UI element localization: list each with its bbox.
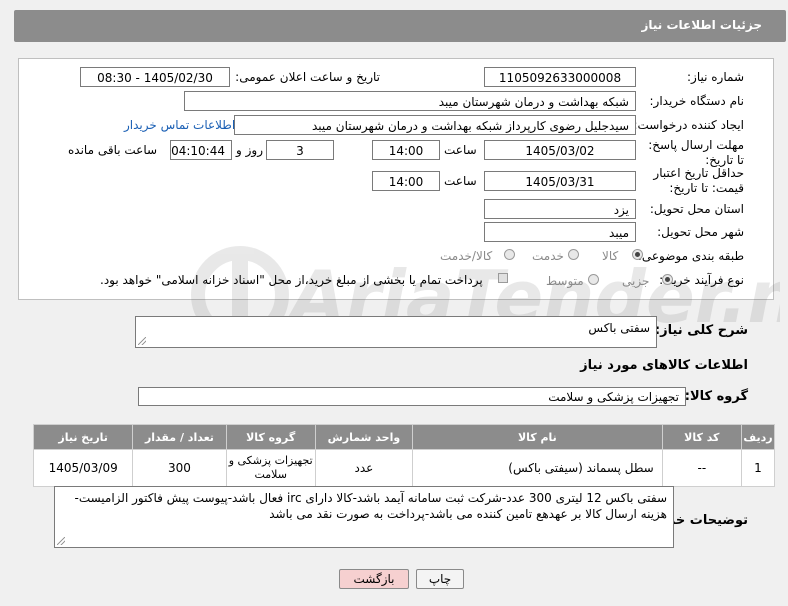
category-both-label: کالا/خدمت <box>440 249 493 263</box>
col-group: گروه کالا <box>225 424 316 450</box>
treasury-payment-checkbox[interactable] <box>498 273 508 283</box>
validity-date-field: 1405/03/31 <box>484 171 636 191</box>
goods-group-field: تجهیزات پزشکی و سلامت <box>138 387 686 406</box>
resize-grip-icon[interactable] <box>138 337 146 345</box>
cell-group: تجهیزات پزشکی و سلامت <box>225 449 316 487</box>
col-name: نام کالا <box>412 424 663 450</box>
category-goods-label: کالا <box>602 249 619 263</box>
process-small-radio[interactable] <box>662 274 673 285</box>
cell-unit: عدد <box>314 449 414 487</box>
days-field: 3 <box>266 140 334 160</box>
validity-time-field: 14:00 <box>372 171 440 191</box>
cell-code: -- <box>661 449 742 487</box>
cell-name: سطل پسماند (سیفتی باکس) <box>412 449 663 487</box>
announce-label: تاریخ و ساعت اعلان عمومی: <box>235 70 380 84</box>
resize-grip-icon[interactable] <box>57 537 65 545</box>
deadline-time-field: 14:00 <box>372 140 440 160</box>
col-date: تاریخ نیاز <box>32 424 134 450</box>
contact-info-link[interactable]: اطلاعات تماس خریدار <box>124 118 235 132</box>
remaining-time-field: 04:10:44 <box>170 140 232 160</box>
category-service-label: خدمت <box>532 249 564 263</box>
buyer-field: شبکه بهداشت و درمان شهرستان میبد <box>184 91 636 111</box>
buyer-notes-field[interactable]: سفتی باکس 12 لیتری 300 عدد-شرکت ثبت ساما… <box>54 486 674 548</box>
process-small-label: جزیی <box>622 274 650 288</box>
province-label: استان محل تحویل: <box>649 202 744 216</box>
col-unit: واحد شمارش <box>314 424 414 450</box>
validity-time-label: ساعت <box>444 174 477 188</box>
treasury-payment-note: پرداخت تمام یا بخشی از مبلغ خرید،از محل … <box>100 273 483 287</box>
col-qty: تعداد / مقدار <box>132 424 227 450</box>
province-field: یزد <box>484 199 636 219</box>
validity-label: حداقل تاریخ اعتبار قیمت: تا تاریخ: <box>653 166 744 195</box>
back-button[interactable]: بازگشت <box>339 569 409 589</box>
print-button[interactable]: چاپ <box>416 569 464 589</box>
col-code: کد کالا <box>661 424 742 450</box>
deadline-date-field: 1405/03/02 <box>484 140 636 160</box>
page-header: جزئیات اطلاعات نیاز <box>14 10 786 42</box>
table-header-row: ردیف کد کالا نام کالا واحد شمارش گروه کا… <box>32 424 776 450</box>
cell-date: 1405/03/09 <box>32 449 134 487</box>
goods-group-label: گروه کالا: <box>684 389 748 404</box>
process-medium-label: متوسط <box>546 274 584 288</box>
days-label: روز و <box>236 143 263 157</box>
city-label: شهر محل تحویل: <box>657 225 744 239</box>
city-field: میبد <box>484 222 636 242</box>
page-title: جزئیات اطلاعات نیاز <box>641 18 762 32</box>
announce-field: 1405/02/30 - 08:30 <box>80 67 230 87</box>
buyer-notes-text: سفتی باکس 12 لیتری 300 عدد-شرکت ثبت ساما… <box>74 491 667 521</box>
summary-field[interactable]: سفتی باکس <box>135 316 657 348</box>
goods-table: ردیف کد کالا نام کالا واحد شمارش گروه کا… <box>32 424 776 487</box>
cell-row: 1 <box>740 449 776 487</box>
remaining-label: ساعت باقی مانده <box>68 143 158 157</box>
table-row: 1 -- سطل پسماند (سیفتی باکس) عدد تجهیزات… <box>32 449 776 487</box>
deadline-time-label: ساعت <box>444 143 477 157</box>
category-service-radio[interactable] <box>568 249 579 260</box>
category-goods-radio[interactable] <box>632 249 643 260</box>
need-number-field: 1105092633000008 <box>484 67 636 87</box>
summary-text: سفتی باکس <box>588 321 650 335</box>
category-both-radio[interactable] <box>504 249 515 260</box>
deadline-label: مهلت ارسال پاسخ: تا تاریخ: <box>648 138 744 167</box>
category-label: طبقه بندی موضوعی: <box>637 249 744 263</box>
col-row: ردیف <box>740 424 776 450</box>
cell-qty: 300 <box>132 449 227 487</box>
goods-info-title: اطلاعات کالاهای مورد نیاز <box>580 358 748 373</box>
process-medium-radio[interactable] <box>588 274 599 285</box>
creator-label: ایجاد کننده درخواست: <box>633 118 744 132</box>
creator-field: سیدجلیل رضوی کارپرداز شبکه بهداشت و درما… <box>234 115 636 135</box>
summary-label: شرح کلی نیاز: <box>654 323 748 338</box>
need-number-label: شماره نیاز: <box>687 70 744 84</box>
buyer-label: نام دستگاه خریدار: <box>649 94 745 108</box>
